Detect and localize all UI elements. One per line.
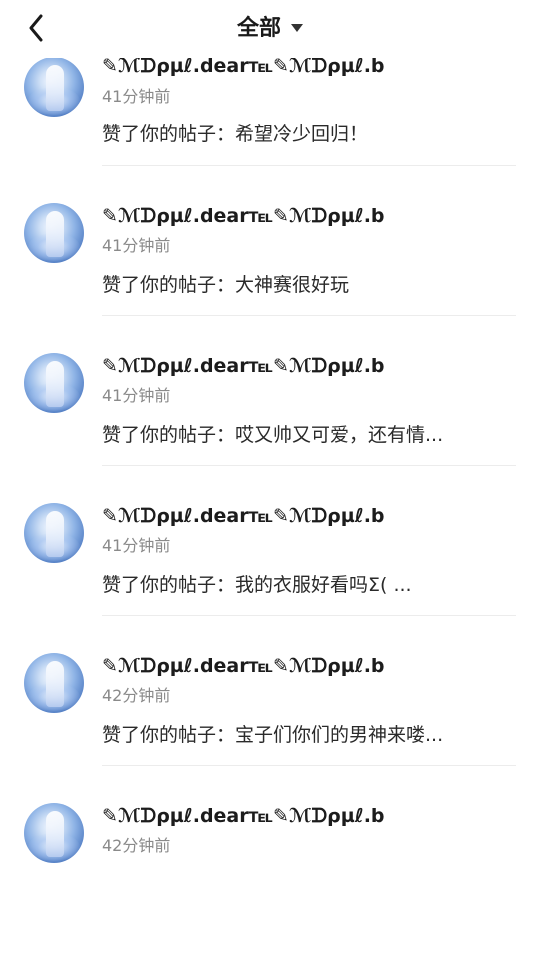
notification-message: 赞了你的帖子：希望冷少回归！ (102, 123, 369, 145)
notification-item[interactable]: ✎ℳᗪρµℓ.dear℡✎ℳᗪρµℓ.b 41分钟前 赞了你的帖子：希望冷少回归… (0, 55, 540, 205)
notification-item[interactable]: ✎ℳᗪρµℓ.dear℡✎ℳᗪρµℓ.b 41分钟前 赞了你的帖子：我的衣服好看… (0, 503, 540, 655)
timestamp: 42分钟前 (102, 836, 171, 855)
user-name[interactable]: ✎ℳᗪρµℓ.dear℡✎ℳᗪρµℓ.b (102, 654, 385, 678)
divider (102, 315, 516, 316)
avatar[interactable] (24, 803, 84, 863)
user-name[interactable]: ✎ℳᗪρµℓ.dear℡✎ℳᗪρµℓ.b (102, 204, 385, 228)
page-title: 全部 (236, 16, 281, 41)
top-bar: 全部 (0, 0, 540, 58)
divider (102, 765, 516, 766)
notification-message: 赞了你的帖子：宝子们你们的男神来喽... (102, 724, 444, 746)
notification-item[interactable]: ✎ℳᗪρµℓ.dear℡✎ℳᗪρµℓ.b 42分钟前 赞了你的帖子：宝子们你们的… (0, 653, 540, 805)
notification-item[interactable]: ✎ℳᗪρµℓ.dear℡✎ℳᗪρµℓ.b 41分钟前 赞了你的帖子：大神赛很好玩 (0, 203, 540, 355)
avatar[interactable] (24, 203, 84, 263)
notification-message: 赞了你的帖子：我的衣服好看吗Σ( ... (102, 574, 412, 596)
divider (102, 465, 516, 466)
user-name[interactable]: ✎ℳᗪρµℓ.dear℡✎ℳᗪρµℓ.b (102, 354, 385, 378)
user-name[interactable]: ✎ℳᗪρµℓ.dear℡✎ℳᗪρµℓ.b (102, 804, 385, 828)
notification-item[interactable]: ✎ℳᗪρµℓ.dear℡✎ℳᗪρµℓ.b 41分钟前 赞了你的帖子：哎又帅又可爱… (0, 353, 540, 505)
timestamp: 41分钟前 (102, 87, 171, 106)
notification-message: 赞了你的帖子：大神赛很好玩 (102, 274, 350, 296)
filter-dropdown[interactable]: 全部 (0, 14, 540, 44)
timestamp: 41分钟前 (102, 536, 171, 555)
divider (102, 615, 516, 616)
notification-item[interactable]: ✎ℳᗪρµℓ.dear℡✎ℳᗪρµℓ.b 42分钟前 (0, 803, 540, 955)
avatar[interactable] (24, 57, 84, 117)
caret-down-icon (291, 23, 303, 32)
divider (102, 165, 516, 166)
timestamp: 41分钟前 (102, 386, 171, 405)
timestamp: 42分钟前 (102, 686, 171, 705)
timestamp: 41分钟前 (102, 236, 171, 255)
avatar[interactable] (24, 503, 84, 563)
notification-message: 赞了你的帖子：哎又帅又可爱，还有情... (102, 424, 444, 446)
user-name[interactable]: ✎ℳᗪρµℓ.dear℡✎ℳᗪρµℓ.b (102, 504, 385, 528)
avatar[interactable] (24, 353, 84, 413)
avatar[interactable] (24, 653, 84, 713)
